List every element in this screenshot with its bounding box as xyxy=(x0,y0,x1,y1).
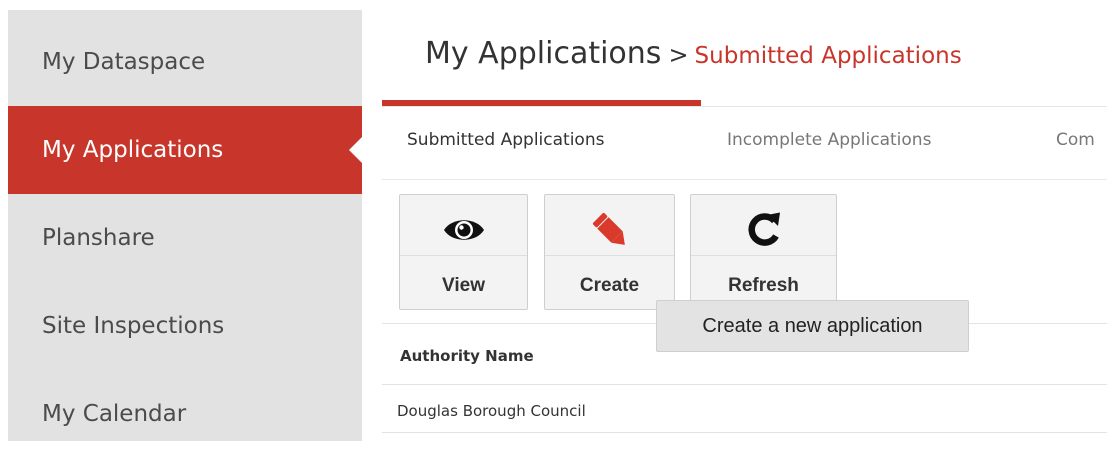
tab-submitted-applications[interactable]: Submitted Applications xyxy=(407,130,604,150)
refresh-button-label: Refresh xyxy=(728,275,799,296)
button-divider xyxy=(691,255,836,256)
tab-bottom-divider xyxy=(382,179,1107,180)
sidebar-item-my-dataspace[interactable]: My Dataspace xyxy=(8,18,362,106)
tooltip-text: Create a new application xyxy=(702,314,923,337)
sidebar: My Dataspace My Applications Planshare S… xyxy=(8,10,362,441)
tooltip-create: Create a new application xyxy=(656,300,969,352)
refresh-button[interactable]: Refresh xyxy=(690,194,837,310)
sidebar-item-label: My Dataspace xyxy=(42,49,206,75)
eye-icon xyxy=(400,209,527,251)
page-title-main: My Applications xyxy=(425,36,662,71)
table-cell-authority-name: Douglas Borough Council xyxy=(397,402,586,420)
pencil-icon xyxy=(545,209,674,251)
sidebar-item-planshare[interactable]: Planshare xyxy=(8,194,362,282)
sidebar-item-my-calendar[interactable]: My Calendar xyxy=(8,370,362,458)
view-button-label: View xyxy=(442,275,485,296)
view-button[interactable]: View xyxy=(399,194,528,310)
sidebar-item-label: My Applications xyxy=(42,137,224,163)
create-button-label: Create xyxy=(579,275,640,296)
tab-completed-applications[interactable]: Com xyxy=(1056,130,1095,150)
tab-incomplete-applications[interactable]: Incomplete Applications xyxy=(727,130,931,150)
table-row-divider xyxy=(382,432,1107,433)
button-divider xyxy=(545,255,674,256)
breadcrumb-separator: > xyxy=(668,41,689,69)
button-divider xyxy=(400,255,527,256)
page-title: My Applications > Submitted Applications xyxy=(425,36,962,71)
sidebar-item-label: Site Inspections xyxy=(42,313,225,339)
tab-divider xyxy=(382,106,1107,107)
page-subtitle: Submitted Applications xyxy=(694,43,962,69)
create-button[interactable]: Create xyxy=(544,194,675,310)
sidebar-item-site-inspections[interactable]: Site Inspections xyxy=(8,282,362,370)
column-header-authority-name[interactable]: Authority Name xyxy=(400,347,534,365)
sidebar-item-my-applications[interactable]: My Applications xyxy=(8,106,362,194)
sidebar-item-label: My Calendar xyxy=(42,401,187,427)
sidebar-item-label: Planshare xyxy=(42,225,155,251)
active-indicator-arrow xyxy=(349,137,362,163)
refresh-icon xyxy=(691,209,836,251)
